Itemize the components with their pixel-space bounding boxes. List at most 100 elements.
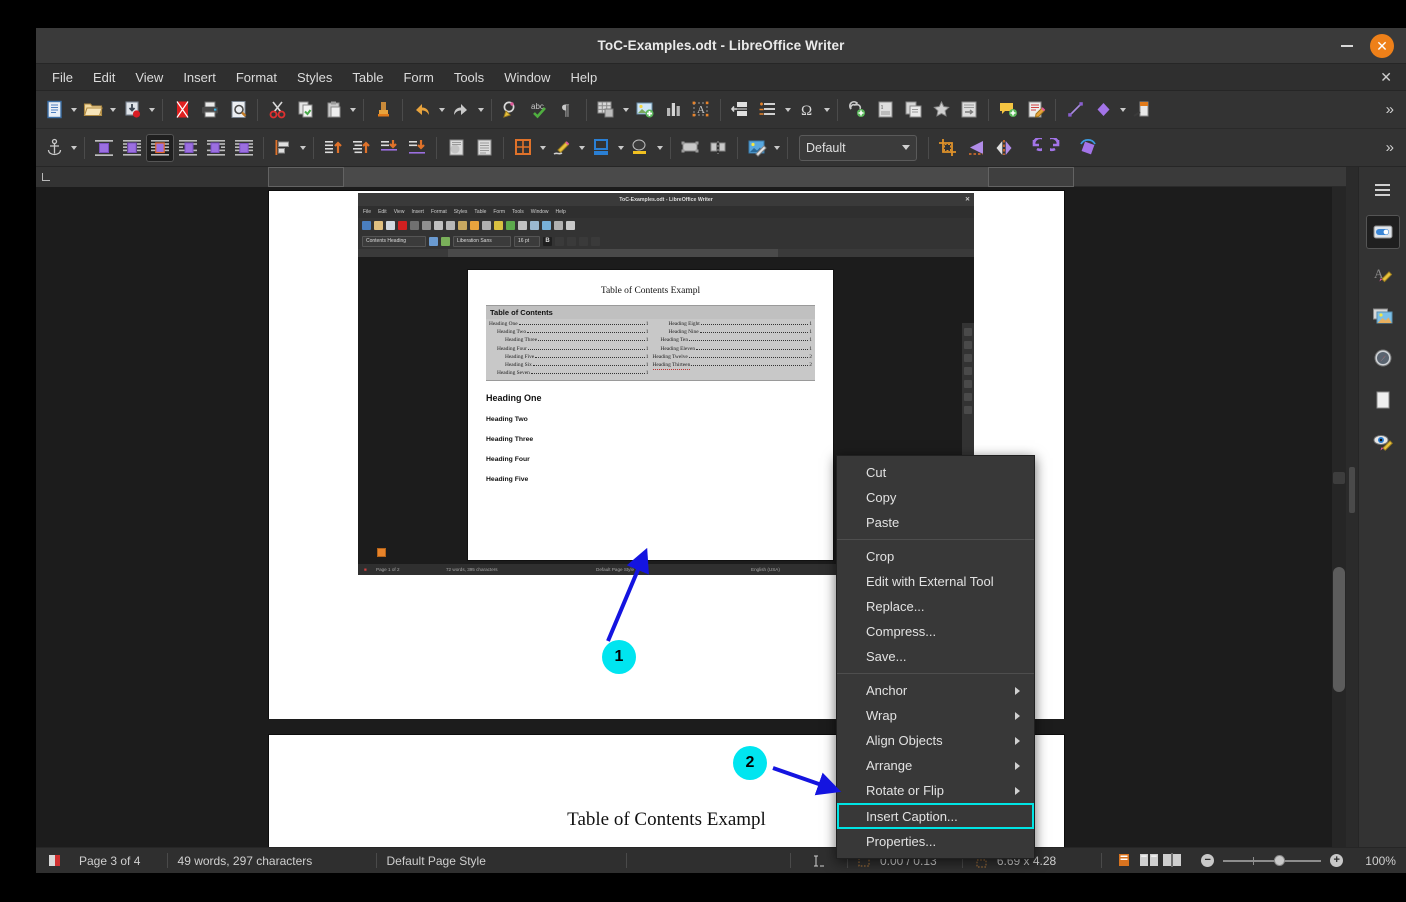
scrollbar-thumb[interactable] xyxy=(1333,567,1345,692)
save-document-dropdown[interactable] xyxy=(146,96,157,124)
flip-vertically-icon[interactable] xyxy=(962,134,990,162)
insert-text-box-icon[interactable]: A xyxy=(687,96,715,124)
wrap-through-icon[interactable] xyxy=(146,134,174,162)
open-document-icon[interactable] xyxy=(79,96,107,124)
formatting-marks-icon[interactable]: ¶ xyxy=(553,96,581,124)
shadow-icon[interactable] xyxy=(626,134,654,162)
align-objects-icon[interactable] xyxy=(269,134,297,162)
image-toolbar-overflow[interactable]: » xyxy=(1378,139,1402,156)
redo-icon[interactable] xyxy=(447,96,475,124)
border-style-dropdown[interactable] xyxy=(576,134,587,162)
context-menu-item-wrap[interactable]: Wrap xyxy=(837,703,1034,728)
sidebar-item-page[interactable] xyxy=(1366,383,1400,417)
menu-item-file[interactable]: File xyxy=(42,66,83,89)
center-vertically-icon[interactable] xyxy=(347,134,375,162)
image-style-combobox[interactable]: Default xyxy=(799,135,917,161)
undo-icon[interactable] xyxy=(408,96,436,124)
menu-item-styles[interactable]: Styles xyxy=(287,66,342,89)
save-document-icon[interactable] xyxy=(118,96,146,124)
wrap-first-paragraph-icon[interactable] xyxy=(442,134,470,162)
context-menu-item-replace[interactable]: Replace... xyxy=(837,594,1034,619)
context-menu-item-align-objects[interactable]: Align Objects xyxy=(837,728,1034,753)
context-menu-item-rotate-or-flip[interactable]: Rotate or Flip xyxy=(837,778,1034,803)
insert-comment-icon[interactable] xyxy=(994,96,1022,124)
context-menu-item-edit-with-external-tool[interactable]: Edit with External Tool xyxy=(837,569,1034,594)
ruler-strip[interactable] xyxy=(268,167,1074,187)
status-page-style[interactable]: Default Page Style xyxy=(377,848,626,873)
rotate-left-icon[interactable] xyxy=(1018,134,1046,162)
document-canvas[interactable]: ToC-Examples.odt - LibreOffice Writer ✕ … xyxy=(36,167,1346,847)
new-document-dropdown[interactable] xyxy=(68,96,79,124)
copy-icon[interactable] xyxy=(291,96,319,124)
save-status-icon[interactable] xyxy=(36,848,69,873)
insert-endnote-icon[interactable] xyxy=(899,96,927,124)
rotation-mode-icon[interactable] xyxy=(1074,134,1102,162)
new-document-icon[interactable] xyxy=(40,96,68,124)
menu-item-help[interactable]: Help xyxy=(560,66,607,89)
status-page-number[interactable]: Page 3 of 4 xyxy=(69,848,167,873)
wrap-optimal-icon[interactable] xyxy=(230,134,258,162)
insert-table-dropdown[interactable] xyxy=(620,96,631,124)
align-top-icon[interactable] xyxy=(319,134,347,162)
context-menu-item-copy[interactable]: Copy xyxy=(837,485,1034,510)
insert-table-icon[interactable] xyxy=(592,96,620,124)
insert-field-icon[interactable] xyxy=(754,96,782,124)
single-page-view-icon[interactable] xyxy=(1116,853,1135,868)
menu-item-tools[interactable]: Tools xyxy=(444,66,494,89)
shadow-dropdown[interactable] xyxy=(654,134,665,162)
redo-dropdown[interactable] xyxy=(475,96,486,124)
context-menu-item-insert-caption[interactable]: Insert Caption... xyxy=(837,803,1034,829)
special-character-icon[interactable]: Ω xyxy=(793,96,821,124)
paste-dropdown[interactable] xyxy=(347,96,358,124)
print-icon[interactable] xyxy=(196,96,224,124)
undo-dropdown[interactable] xyxy=(436,96,447,124)
status-language[interactable] xyxy=(626,848,789,873)
wrap-right-icon[interactable] xyxy=(202,134,230,162)
image-filter-icon[interactable] xyxy=(743,134,771,162)
show-draw-functions-icon[interactable] xyxy=(1128,96,1156,124)
context-menu-item-properties[interactable]: Properties... xyxy=(837,829,1034,854)
standard-toolbar-overflow[interactable]: » xyxy=(1378,101,1402,118)
insert-line-icon[interactable] xyxy=(1061,96,1089,124)
sidebar-item-style-inspector[interactable] xyxy=(1366,425,1400,459)
zoom-track[interactable] xyxy=(1223,860,1321,862)
cross-reference-icon[interactable] xyxy=(955,96,983,124)
context-menu-item-paste[interactable]: Paste xyxy=(837,510,1034,535)
anchor-icon[interactable] xyxy=(40,134,68,162)
group-icon[interactable] xyxy=(676,134,704,162)
spelling-icon[interactable]: abc xyxy=(525,96,553,124)
menu-item-edit[interactable]: Edit xyxy=(83,66,125,89)
menu-item-table[interactable]: Table xyxy=(342,66,393,89)
sidebar-item-properties[interactable] xyxy=(1366,215,1400,249)
zoom-out-button[interactable]: − xyxy=(1201,854,1214,867)
border-color-icon[interactable] xyxy=(587,134,615,162)
context-menu-item-cut[interactable]: Cut xyxy=(837,460,1034,485)
border-color-dropdown[interactable] xyxy=(615,134,626,162)
menu-item-insert[interactable]: Insert xyxy=(173,66,226,89)
menu-item-format[interactable]: Format xyxy=(226,66,287,89)
wrap-off-icon[interactable] xyxy=(90,134,118,162)
sidebar-item-gallery[interactable] xyxy=(1366,299,1400,333)
paste-icon[interactable] xyxy=(319,96,347,124)
close-button[interactable]: ✕ xyxy=(1370,34,1394,58)
context-menu-item-anchor[interactable]: Anchor xyxy=(837,678,1034,703)
status-word-count[interactable]: 49 words, 297 characters xyxy=(168,848,376,873)
basic-shapes-icon[interactable] xyxy=(1089,96,1117,124)
zoom-slider[interactable]: − + xyxy=(1195,848,1353,873)
anchor-dropdown[interactable] xyxy=(68,134,79,162)
book-view-icon[interactable] xyxy=(1162,853,1181,868)
track-changes-icon[interactable] xyxy=(1022,96,1050,124)
border-style-icon[interactable] xyxy=(548,134,576,162)
align-bottom-icon[interactable] xyxy=(375,134,403,162)
open-document-dropdown[interactable] xyxy=(107,96,118,124)
insert-hyperlink-icon[interactable] xyxy=(843,96,871,124)
zoom-in-button[interactable]: + xyxy=(1330,854,1343,867)
export-pdf-icon[interactable] xyxy=(168,96,196,124)
flip-horizontally-icon[interactable] xyxy=(990,134,1018,162)
minimize-button[interactable] xyxy=(1334,33,1360,59)
align-objects-dropdown[interactable] xyxy=(297,134,308,162)
insert-image-icon[interactable] xyxy=(631,96,659,124)
image-filter-dropdown[interactable] xyxy=(771,134,782,162)
menu-item-view[interactable]: View xyxy=(125,66,173,89)
context-menu-item-save[interactable]: Save... xyxy=(837,644,1034,669)
